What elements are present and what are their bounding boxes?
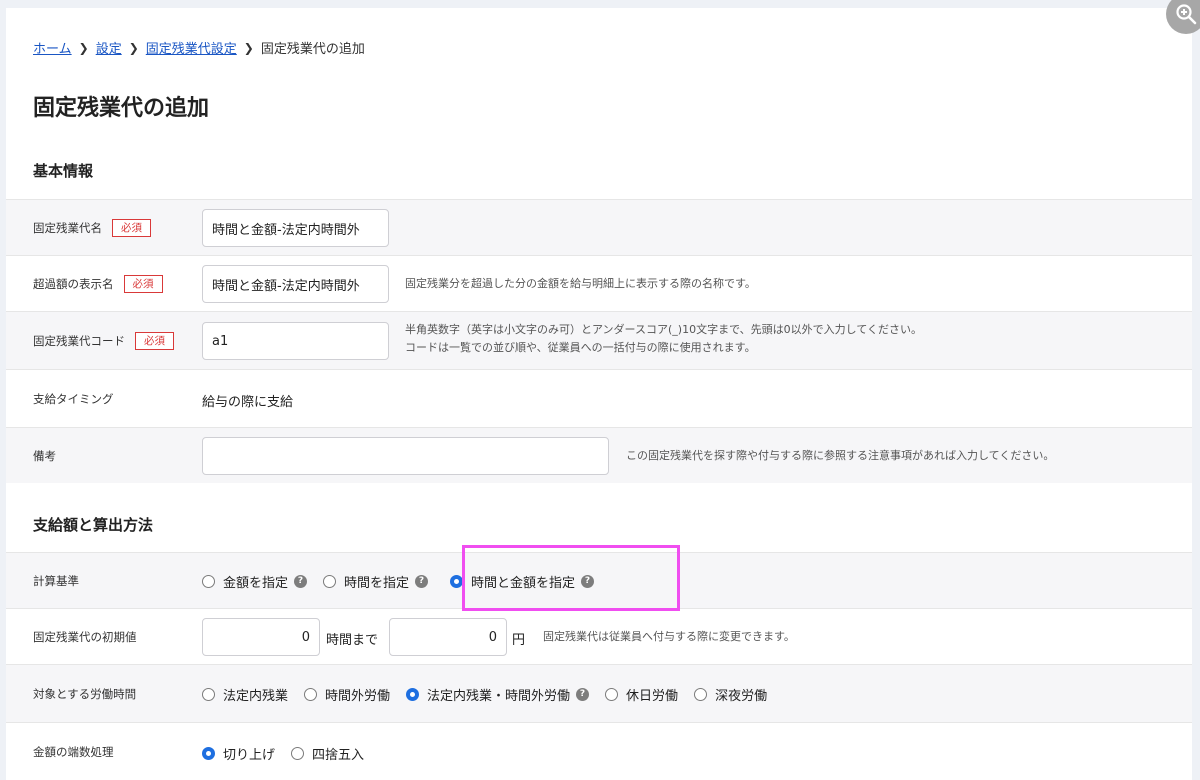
question-circle-icon[interactable]: ? bbox=[415, 575, 429, 588]
payment-timing-value: 給与の際に支給 bbox=[202, 395, 294, 410]
initial-hours-input[interactable]: 0 bbox=[202, 618, 320, 656]
field-label-name: 固定残業代名 必須 bbox=[33, 219, 151, 237]
radio-label: 法定内残業・時間外労働 bbox=[427, 689, 571, 704]
form-row-excess-display-name: 超過額の表示名 必須 時間と金額-法定内時間外 固定残業分を超過した分の金額を給… bbox=[6, 255, 1192, 311]
target-hours-option-statutory-and-overtime[interactable]: 法定内残業・時間外労働 ? bbox=[406, 685, 590, 704]
field-label-initial-value: 固定残業代の初期値 bbox=[33, 629, 137, 645]
target-hours-option-late-night[interactable]: 深夜労働 bbox=[694, 685, 767, 704]
target-hours-option-statutory[interactable]: 法定内残業 bbox=[202, 685, 288, 704]
radio-circle[interactable] bbox=[694, 688, 708, 701]
radio-circle[interactable] bbox=[202, 688, 215, 701]
zoom-in-icon bbox=[1176, 4, 1197, 25]
code-help-line1: 半角英数字（英字は小文字のみ可）とアンダースコア(_)10文字まで、先頭は0以外… bbox=[405, 323, 922, 336]
field-label-rounding: 金額の端数処理 bbox=[33, 744, 114, 760]
calc-basis-option-hours[interactable]: 時間を指定 ? bbox=[323, 572, 429, 591]
radio-circle[interactable] bbox=[202, 575, 215, 588]
radio-circle[interactable] bbox=[291, 747, 305, 760]
radio-circle[interactable] bbox=[304, 688, 318, 701]
chevron-right-icon: ❯ bbox=[243, 40, 254, 55]
initial-value-help: 固定残業代は従業員へ付与する際に変更できます。 bbox=[543, 630, 795, 643]
field-label-text: 金額の端数処理 bbox=[33, 745, 114, 759]
field-label-text: 支給タイミング bbox=[33, 392, 114, 406]
chevron-right-icon: ❯ bbox=[128, 40, 139, 55]
rounding-option-round-half[interactable]: 四捨五入 bbox=[291, 744, 364, 763]
field-label-text: 固定残業代名 bbox=[33, 221, 102, 235]
field-label-text: 固定残業代コード bbox=[33, 334, 125, 348]
notes-help: この固定残業代を探す際や付与する際に参照する注意事項があれば入力してください。 bbox=[626, 449, 1055, 462]
radio-label: 金額を指定 bbox=[223, 576, 289, 591]
radio-label: 休日労働 bbox=[626, 689, 679, 704]
yen-unit-label: 円 bbox=[512, 633, 526, 648]
form-row-code: 固定残業代コード 必須 a1 半角英数字（英字は小文字のみ可）とアンダースコア(… bbox=[6, 311, 1192, 369]
hours-unit-label: 時間まで bbox=[326, 633, 379, 648]
field-label-text: 計算基準 bbox=[33, 574, 79, 588]
field-label-code: 固定残業代コード 必須 bbox=[33, 332, 174, 350]
form-row-name: 固定残業代名 必須 時間と金額-法定内時間外 bbox=[6, 199, 1192, 255]
radio-circle-selected[interactable] bbox=[406, 688, 420, 701]
question-circle-icon[interactable]: ? bbox=[294, 575, 308, 588]
form-row-initial-value: 固定残業代の初期値 0 時間まで 0 円 固定残業代は従業員へ付与する際に変更で… bbox=[6, 608, 1192, 664]
excess-display-name-help: 固定残業分を超過した分の金額を給与明細上に表示する際の名称です。 bbox=[405, 277, 756, 290]
radio-label: 時間外労働 bbox=[325, 689, 391, 704]
radio-circle[interactable] bbox=[323, 575, 337, 588]
notes-input[interactable] bbox=[202, 437, 609, 475]
field-label-text: 固定残業代の初期値 bbox=[33, 630, 137, 644]
calc-basis-option-amount[interactable]: 金額を指定 ? bbox=[202, 572, 308, 591]
highlight-annotation-box bbox=[462, 545, 680, 611]
field-label-target-hours: 対象とする労働時間 bbox=[33, 686, 136, 702]
fixed-overtime-code-input[interactable]: a1 bbox=[202, 322, 389, 360]
field-label-excess-display-name: 超過額の表示名 必須 bbox=[33, 275, 163, 293]
excess-display-name-input[interactable]: 時間と金額-法定内時間外 bbox=[202, 265, 389, 303]
radio-label: 深夜労働 bbox=[715, 689, 768, 704]
radio-label: 切り上げ bbox=[223, 748, 276, 763]
section-title-amount-calculation: 支給額と算出方法 bbox=[33, 516, 154, 534]
form-row-notes: 備考 この固定残業代を探す際や付与する際に参照する注意事項があれば入力してくださ… bbox=[6, 427, 1192, 483]
zoom-in-button[interactable] bbox=[1166, 0, 1200, 34]
rounding-radio-group: 切り上げ 四捨五入 bbox=[202, 744, 380, 763]
breadcrumb-settings-link[interactable]: 設定 bbox=[96, 38, 122, 57]
field-label-text: 超過額の表示名 bbox=[33, 277, 114, 291]
field-label-text: 対象とする労働時間 bbox=[33, 687, 137, 701]
chevron-right-icon: ❯ bbox=[78, 40, 89, 55]
breadcrumb-current: 固定残業代の追加 bbox=[260, 42, 365, 57]
code-help-line2: コードは一覧での並び順や、従業員への一括付与の際に使用されます。 bbox=[405, 341, 756, 354]
form-row-target-hours: 対象とする労働時間 法定内残業 時間外労働 法定内残業・時間外労働 ? 休日労働 bbox=[6, 664, 1192, 722]
target-hours-option-overtime[interactable]: 時間外労働 bbox=[304, 685, 390, 704]
target-hours-radio-group: 法定内残業 時間外労働 法定内残業・時間外労働 ? 休日労働 深夜労働 bbox=[202, 685, 783, 704]
form-row-payment-timing: 支給タイミング 給与の際に支給 bbox=[6, 369, 1192, 427]
section-title-basic-info: 基本情報 bbox=[33, 162, 94, 180]
page-container: ホーム ❯ 設定 ❯ 固定残業代設定 ❯ 固定残業代の追加 固定残業代の追加 基… bbox=[6, 0, 1200, 780]
rounding-option-round-up[interactable]: 切り上げ bbox=[202, 744, 275, 763]
breadcrumb: ホーム ❯ 設定 ❯ 固定残業代設定 ❯ 固定残業代の追加 bbox=[33, 38, 365, 58]
field-label-notes: 備考 bbox=[33, 448, 56, 464]
target-hours-option-holiday[interactable]: 休日労働 bbox=[605, 685, 678, 704]
page-title: 固定残業代の追加 bbox=[33, 96, 210, 121]
required-badge: 必須 bbox=[112, 219, 151, 237]
breadcrumb-fixed-overtime-settings-link[interactable]: 固定残業代設定 bbox=[146, 38, 237, 57]
fixed-overtime-name-input[interactable]: 時間と金額-法定内時間外 bbox=[202, 209, 389, 247]
radio-circle-selected[interactable] bbox=[202, 747, 215, 760]
field-label-payment-timing: 支給タイミング bbox=[33, 391, 114, 407]
required-badge: 必須 bbox=[123, 275, 163, 293]
radio-label: 四捨五入 bbox=[312, 748, 365, 763]
radio-circle[interactable] bbox=[605, 688, 619, 701]
breadcrumb-home-link[interactable]: ホーム bbox=[33, 38, 72, 57]
radio-label: 時間を指定 bbox=[344, 576, 410, 591]
field-label-text: 備考 bbox=[33, 449, 56, 463]
radio-label: 法定内残業 bbox=[223, 689, 289, 704]
form-row-rounding: 金額の端数処理 切り上げ 四捨五入 bbox=[6, 722, 1192, 780]
initial-amount-input[interactable]: 0 bbox=[389, 618, 507, 656]
field-label-calc-basis: 計算基準 bbox=[33, 573, 79, 589]
question-circle-icon[interactable]: ? bbox=[576, 688, 590, 701]
required-badge: 必須 bbox=[135, 332, 174, 350]
